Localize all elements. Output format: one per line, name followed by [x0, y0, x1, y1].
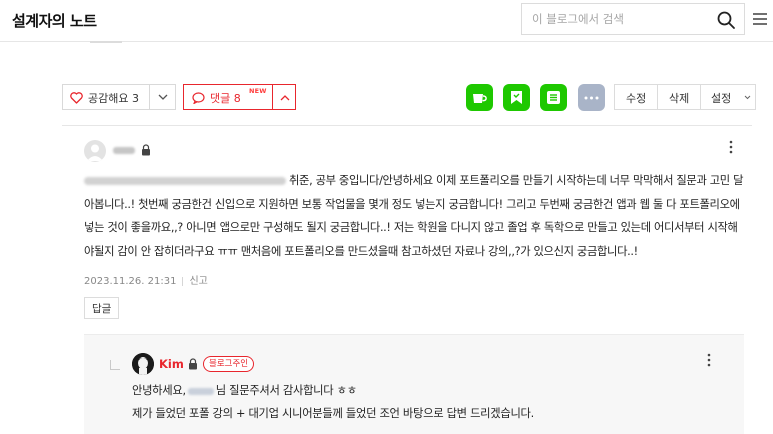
- comment-list: [62, 125, 752, 126]
- edit-label: 수정: [626, 92, 647, 105]
- share-cup-button[interactable]: [466, 84, 493, 111]
- comment-content: 취준, 공부 중입니다/안녕하세요 이제 포트폴리오를 만들기 시작하는데 너무…: [84, 174, 744, 258]
- search-box[interactable]: [521, 3, 745, 35]
- user-silhouette-icon: [87, 144, 103, 161]
- meta-divider: [182, 276, 184, 286]
- comment-timestamp: 2023.11.26. 21:31: [84, 276, 177, 287]
- cup-icon: [473, 94, 487, 103]
- delete-label: 삭제: [669, 92, 690, 105]
- more-vertical-icon[interactable]: [707, 353, 711, 367]
- chevron-up-icon: [280, 95, 290, 101]
- comment-meta: 2023.11.26. 21:31 신고: [84, 272, 208, 287]
- reply-button-label: 답글: [92, 303, 112, 315]
- blog-header: 설계자의 노트: [0, 0, 773, 42]
- lock-icon: [142, 144, 150, 156]
- chevron-down-icon: [744, 95, 751, 100]
- menu-icon[interactable]: [753, 13, 767, 25]
- blurred-text: [84, 177, 286, 185]
- profile-photo-icon: [132, 353, 154, 375]
- new-badge: NEW: [249, 87, 267, 95]
- reply-text: 안녕하세요, 님 질문주셔서 감사합니다 ㅎㅎ 제가 들었던 포폴 강의 + 대기…: [132, 379, 732, 425]
- like-label: 공감해요 3: [88, 92, 139, 105]
- blog-title[interactable]: 설계자의 노트: [12, 10, 97, 31]
- reply-avatar[interactable]: [132, 353, 154, 375]
- comment-toggle-button[interactable]: [272, 84, 296, 110]
- share-list-button[interactable]: [540, 84, 567, 111]
- like-button[interactable]: 공감해요 3: [62, 84, 149, 110]
- avatar[interactable]: [84, 140, 106, 162]
- reply-line-2: 제가 들었던 포폴 강의 + 대기업 시니어분들께 들었던 조언 바탕으로 답변…: [132, 407, 534, 420]
- like-toggle-button[interactable]: [149, 84, 176, 110]
- settings-button[interactable]: 설정: [700, 84, 756, 110]
- share-bookmark-button[interactable]: [503, 84, 530, 111]
- report-link[interactable]: 신고: [189, 276, 207, 287]
- blurred-author-name: [113, 147, 135, 154]
- reply-thanks: 님 질문주셔서 감사합니다 ㅎㅎ: [215, 384, 357, 397]
- edit-button[interactable]: 수정: [614, 84, 658, 110]
- reply-indent-marker: [110, 360, 120, 370]
- search-input[interactable]: [532, 10, 702, 28]
- reply-button[interactable]: 답글: [84, 297, 119, 319]
- delete-button[interactable]: 삭제: [657, 84, 701, 110]
- search-icon[interactable]: [716, 10, 736, 30]
- chevron-down-icon: [158, 94, 168, 100]
- comment-text: 취준, 공부 중입니다/안녕하세요 이제 포트폴리오를 만들기 시작하는데 너무…: [84, 169, 744, 263]
- more-horizontal-icon: [584, 96, 599, 100]
- bookmark-icon: [511, 91, 522, 104]
- share-more-button[interactable]: [578, 84, 605, 111]
- comment-label: 댓글 8: [210, 92, 241, 105]
- heart-icon: [70, 92, 83, 104]
- list-icon: [547, 91, 560, 104]
- reply-line-1: 안녕하세요, 님 질문주셔서 감사합니다 ㅎㅎ: [132, 379, 732, 402]
- blog-owner-badge: 블로그주인: [203, 356, 255, 372]
- comment-button[interactable]: 댓글 8 NEW: [183, 84, 272, 110]
- reply-author-name[interactable]: Kim: [159, 357, 184, 371]
- reply-greeting: 안녕하세요,: [132, 384, 186, 397]
- more-vertical-icon[interactable]: [729, 140, 733, 154]
- blurred-text: [187, 387, 214, 395]
- lock-icon: [189, 358, 197, 370]
- speech-bubble-icon: [192, 92, 205, 104]
- tab-underline: [90, 41, 122, 43]
- settings-label: 설정: [711, 92, 732, 105]
